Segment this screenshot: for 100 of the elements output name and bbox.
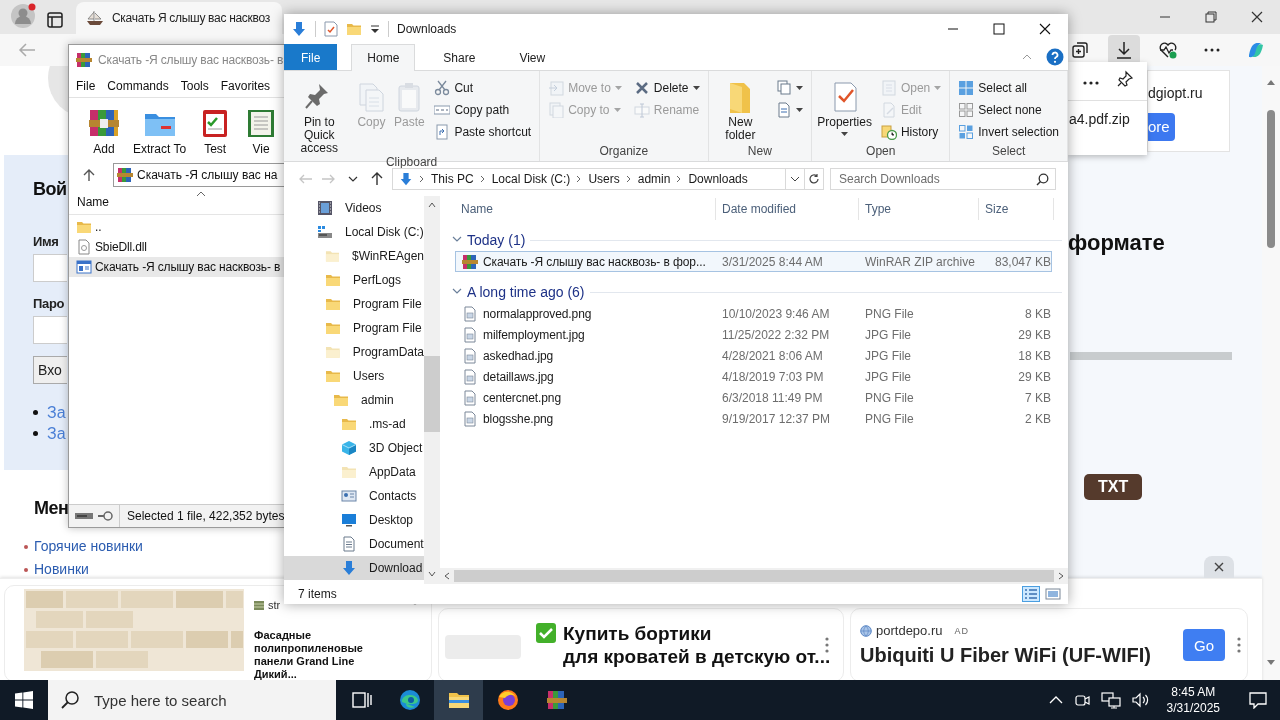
file-explorer-button[interactable] <box>434 680 483 720</box>
breadcrumb[interactable]: Downloads <box>688 172 748 186</box>
more-button[interactable]: ore <box>1148 113 1175 141</box>
toolbar-button[interactable]: Vie <box>242 106 281 160</box>
nav-item[interactable]: admin <box>284 388 424 412</box>
ribbon-tab[interactable]: View <box>503 44 562 70</box>
address-bar[interactable]: This PC Local Disk (C:) Users admin Downloads <box>392 168 824 190</box>
format-badge[interactable]: TXT <box>1084 474 1143 500</box>
file-row[interactable]: .. <box>69 217 284 237</box>
ribbon-button[interactable]: Invert selection <box>954 121 1063 143</box>
ribbon-button[interactable]: Properties <box>816 77 873 136</box>
breadcrumb[interactable]: admin <box>637 172 671 186</box>
close-icon <box>1039 23 1051 35</box>
column-header[interactable]: Size <box>979 198 1054 220</box>
ad-title[interactable]: Купить бортики для кроватей в детскую от... <box>563 622 831 668</box>
ribbon-button[interactable]: Select all <box>954 77 1063 99</box>
ribbon-button[interactable]: Paste shortcut <box>430 121 536 143</box>
image-file-icon <box>462 326 478 343</box>
toolbar-button[interactable]: Test <box>196 106 235 160</box>
file-row[interactable]: Скачать -Я слышу вас насквозь- в фор... 3/31/2025 8:44 AM WinRAR ZIP archive 83,047 KB <box>455 251 1052 272</box>
close-button[interactable] <box>1204 556 1234 578</box>
column-header[interactable]: Date modified <box>716 198 859 220</box>
nav-item[interactable]: Desktop <box>284 508 424 532</box>
ribbon-tab[interactable]: Share <box>427 44 492 70</box>
scroll-thumb[interactable] <box>454 570 1054 582</box>
scroll-thumb[interactable] <box>1267 110 1275 248</box>
ad-title[interactable]: Ubiquiti U Fiber WiFi (UF-WIFI) <box>860 644 1151 667</box>
nav-item[interactable]: Local Disk (C:) <box>284 220 424 244</box>
nav-item[interactable]: Program File <box>284 316 424 340</box>
close-icon <box>1251 11 1263 23</box>
nav-item[interactable]: ProgramData <box>284 340 424 364</box>
show-hidden-icons-button[interactable] <box>1048 695 1063 705</box>
file-row[interactable]: SbieDll.dll <box>69 237 284 257</box>
up-icon <box>370 172 384 186</box>
file-row[interactable]: normalapproved.png 10/10/2023 9:46 AM PNG File 8 KB <box>455 303 1052 324</box>
nav-item[interactable]: Program File <box>284 292 424 316</box>
ad-title[interactable]: Фасадные полипропиленовые панели Grand Line Дикий... <box>254 629 374 681</box>
file-row[interactable]: askedhad.jpg 4/28/2021 8:06 AM JPG File 18 KB <box>455 345 1052 366</box>
nav-item[interactable]: PerfLogs <box>284 268 424 292</box>
file-row[interactable]: Скачать -Я слышу вас насквозь- в <box>69 257 284 277</box>
up-button[interactable] <box>370 172 384 186</box>
nav-item[interactable]: Download <box>284 556 424 580</box>
breadcrumb[interactable]: Local Disk (C:) <box>491 172 571 186</box>
search-field[interactable]: Type here to search <box>48 680 336 720</box>
volume-button[interactable] <box>1130 691 1151 709</box>
menu-item[interactable]: Commands <box>107 79 169 93</box>
nav-item[interactable]: Document <box>284 532 424 556</box>
file-row[interactable]: blogsshe.png 9/19/2017 12:37 PM PNG File 2 KB <box>455 408 1052 429</box>
ribbon-button[interactable]: New folder <box>712 77 769 142</box>
nav-item[interactable]: .ms-ad <box>284 412 424 436</box>
file-row[interactable]: milfemployment.jpg 11/25/2022 2:32 PM JPG File 29 KB <box>455 324 1052 345</box>
ribbon-button[interactable]: History <box>876 121 946 143</box>
download-file-name[interactable]: a4.pdf.zip <box>1068 101 1147 127</box>
file-row[interactable]: centercnet.png 6/3/2018 11:49 PM PNG File 7 KB <box>455 387 1052 408</box>
ribbon-button[interactable]: Cut <box>430 77 536 99</box>
scroll-thumb[interactable] <box>424 356 440 432</box>
link[interactable]: Горячие новинки <box>34 535 143 558</box>
network-button[interactable] <box>1100 691 1121 709</box>
nav-item[interactable]: $WinREAgen <box>284 244 424 268</box>
column-header[interactable]: Type <box>859 198 979 220</box>
ribbon-button[interactable]: Select none <box>954 99 1063 121</box>
toolbar-button[interactable]: Extract To <box>131 106 189 160</box>
go-button[interactable]: Go <box>1183 629 1225 661</box>
winrar-icon <box>117 167 133 183</box>
menu-item[interactable]: Favorites <box>220 79 271 93</box>
ribbon-button[interactable]: Copy path <box>430 99 536 121</box>
chevron-icon <box>676 175 683 183</box>
details-view-button[interactable] <box>1022 586 1040 602</box>
login-button[interactable]: Вхо <box>33 356 67 384</box>
tiles-view-button[interactable] <box>1044 586 1062 602</box>
firefox-icon <box>495 688 520 712</box>
clock[interactable]: 8:45 AM 3/31/2025 <box>1160 684 1226 716</box>
nav-item[interactable]: Contacts <box>284 484 424 508</box>
breadcrumb[interactable]: Users <box>588 172 620 186</box>
column-header[interactable]: Name <box>69 195 109 209</box>
ribbon-button[interactable]: Delete <box>629 77 704 99</box>
menu-item[interactable]: File <box>76 79 96 93</box>
link[interactable]: Новинки <box>34 558 89 581</box>
pin-icon <box>1116 70 1134 88</box>
ribbon-tab[interactable]: Home <box>351 44 416 71</box>
file-row[interactable]: detaillaws.jpg 4/18/2019 7:03 PM JPG File 29 KB <box>455 366 1052 387</box>
password-field[interactable] <box>33 316 67 344</box>
menu-item[interactable]: Tools <box>180 79 209 93</box>
download-button[interactable] <box>1108 35 1140 65</box>
breadcrumb[interactable]: This PC <box>431 172 474 186</box>
browser-tab[interactable]: Скачать Я слышу вас насквоз <box>76 2 282 34</box>
column-header[interactable]: Name <box>452 198 716 220</box>
file-date: 6/3/2018 11:49 PM <box>721 390 824 405</box>
nav-item[interactable]: AppData <box>284 460 424 484</box>
nav-item[interactable]: Videos <box>284 196 424 220</box>
file-name: detaillaws.jpg <box>483 369 554 384</box>
chevron-icon <box>479 175 486 183</box>
search-field[interactable]: Search Downloads <box>830 168 1056 190</box>
nav-item[interactable]: 3D Object <box>284 436 424 460</box>
ribbon-button[interactable]: Pin to Quick access <box>288 77 351 155</box>
nav-item[interactable]: Users <box>284 364 424 388</box>
toolbar-button[interactable]: Add <box>85 106 123 160</box>
path-field[interactable]: Скачать -Я слышу вас на <box>113 163 284 187</box>
ribbon-tab[interactable]: File <box>284 44 338 70</box>
username-field[interactable] <box>33 254 67 282</box>
